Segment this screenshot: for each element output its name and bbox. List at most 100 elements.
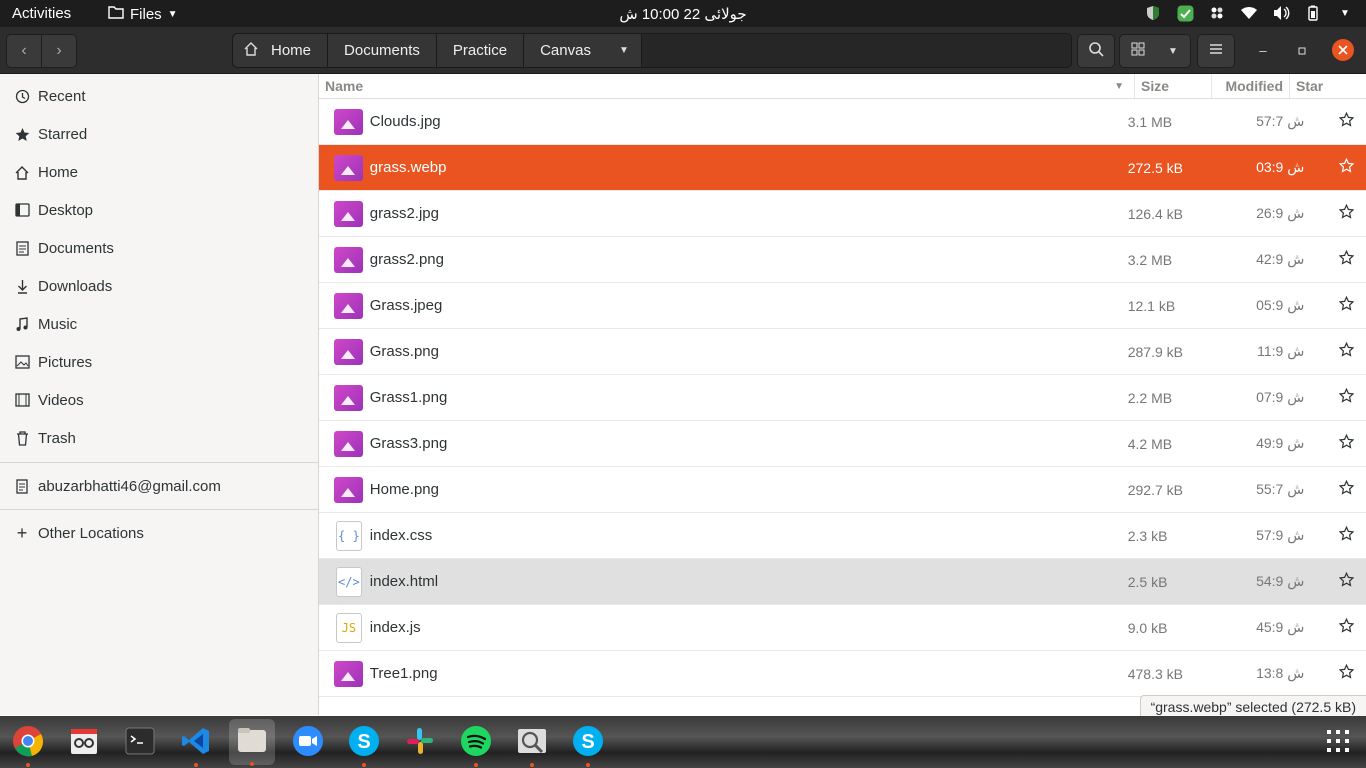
app-menu-label: Files bbox=[130, 5, 162, 23]
view-options-button[interactable]: ▼ bbox=[1156, 34, 1191, 68]
minimize-button[interactable]: – bbox=[1252, 39, 1274, 61]
zoom-icon bbox=[292, 725, 324, 762]
file-row[interactable]: </> index.html 2.5 kB 54:9 ش bbox=[319, 559, 1366, 605]
sidebar-item-desktop[interactable]: Desktop bbox=[0, 191, 318, 229]
file-row[interactable]: Grass1.png 2.2 MB 07:9 ش bbox=[319, 375, 1366, 421]
running-indicator bbox=[362, 763, 366, 767]
slack-tray-icon[interactable] bbox=[1208, 4, 1226, 22]
sidebar-item-label: Desktop bbox=[38, 201, 94, 219]
file-modified: 54:9 ش bbox=[1256, 573, 1305, 589]
dock-image-viewer-launcher[interactable] bbox=[514, 725, 550, 767]
dock-zoom-launcher[interactable] bbox=[290, 725, 326, 761]
activities-button[interactable]: Activities bbox=[12, 5, 71, 22]
dock-slack-launcher[interactable] bbox=[402, 725, 438, 761]
sidebar-item-trash[interactable]: Trash bbox=[0, 419, 318, 457]
vscode-icon bbox=[181, 726, 211, 761]
sidebar-item-label: Recent bbox=[38, 87, 86, 105]
video-icon bbox=[14, 392, 30, 408]
path-dropdown-button[interactable]: ▼ bbox=[606, 34, 642, 67]
star-toggle[interactable] bbox=[1326, 203, 1366, 223]
dock-chrome-launcher[interactable] bbox=[10, 725, 46, 767]
file-row[interactable]: Home.png 292.7 kB 55:7 ش bbox=[319, 467, 1366, 513]
column-modified[interactable]: Modified bbox=[1212, 74, 1290, 98]
view-toggle-button[interactable] bbox=[1119, 34, 1157, 68]
check-badge-icon[interactable] bbox=[1176, 4, 1194, 22]
star-toggle[interactable] bbox=[1326, 571, 1366, 591]
home-icon bbox=[14, 164, 30, 180]
battery-icon[interactable] bbox=[1304, 4, 1322, 22]
file-modified: 03:9 ش bbox=[1256, 159, 1305, 175]
sidebar-item-music[interactable]: Music bbox=[0, 305, 318, 343]
column-size[interactable]: Size bbox=[1135, 74, 1212, 98]
file-row[interactable]: Tree1.png 478.3 kB 13:8 ش bbox=[319, 651, 1366, 697]
file-row[interactable]: Clouds.jpg 3.1 MB 57:7 ش bbox=[319, 99, 1366, 145]
crumb-label: Canvas bbox=[540, 42, 591, 59]
file-row[interactable]: Grass.png 287.9 kB 11:9 ش bbox=[319, 329, 1366, 375]
dock-vscode-launcher[interactable] bbox=[178, 725, 214, 767]
forward-button[interactable]: › bbox=[42, 34, 77, 68]
svg-text:S: S bbox=[357, 731, 370, 753]
sidebar-item-documents[interactable]: Documents bbox=[0, 229, 318, 267]
search-button[interactable] bbox=[1077, 34, 1115, 68]
close-button[interactable] bbox=[1332, 39, 1354, 61]
star-outline-icon bbox=[1338, 295, 1355, 315]
file-row[interactable]: Grass.jpeg 12.1 kB 05:9 ش bbox=[319, 283, 1366, 329]
file-row[interactable]: JS index.js 9.0 kB 45:9 ش bbox=[319, 605, 1366, 651]
sidebar-item-recent[interactable]: Recent bbox=[0, 77, 318, 115]
sidebar-item-starred[interactable]: Starred bbox=[0, 115, 318, 153]
star-toggle[interactable] bbox=[1326, 387, 1366, 407]
power-menu-icon[interactable]: ▼ bbox=[1336, 4, 1354, 22]
documents-icon bbox=[14, 240, 30, 256]
file-row[interactable]: grass2.jpg 126.4 kB 26:9 ش bbox=[319, 191, 1366, 237]
star-toggle[interactable] bbox=[1326, 295, 1366, 315]
star-toggle[interactable] bbox=[1326, 111, 1366, 131]
crumb-canvas[interactable]: Canvas bbox=[524, 34, 607, 67]
dock-files-launcher[interactable] bbox=[229, 719, 275, 766]
column-star[interactable]: Star bbox=[1290, 74, 1366, 98]
skype-icon: S bbox=[572, 725, 604, 762]
maximize-button[interactable] bbox=[1291, 39, 1313, 61]
system-tray[interactable]: ▼ bbox=[1144, 4, 1354, 22]
back-button[interactable]: ‹ bbox=[6, 34, 42, 68]
wifi-icon[interactable] bbox=[1240, 4, 1258, 22]
sidebar-item-videos[interactable]: Videos bbox=[0, 381, 318, 419]
dock-text-editor-launcher[interactable] bbox=[66, 725, 102, 761]
sidebar-item-home[interactable]: Home bbox=[0, 153, 318, 191]
menu-button[interactable] bbox=[1197, 34, 1235, 68]
sidebar-divider bbox=[0, 509, 318, 510]
star-toggle[interactable] bbox=[1326, 525, 1366, 545]
star-toggle[interactable] bbox=[1326, 663, 1366, 683]
file-row[interactable]: Grass3.png 4.2 MB 49:9 ش bbox=[319, 421, 1366, 467]
image-file-icon bbox=[334, 107, 364, 137]
css-file-icon: { } bbox=[334, 520, 364, 551]
dock-spotify-launcher[interactable] bbox=[458, 725, 494, 767]
volume-icon[interactable] bbox=[1272, 4, 1290, 22]
sidebar-item-other-locations[interactable]: + Other Locations bbox=[0, 515, 318, 551]
running-indicator bbox=[530, 763, 534, 767]
dock-skype-launcher[interactable]: S bbox=[346, 725, 382, 767]
star-toggle[interactable] bbox=[1326, 479, 1366, 499]
star-toggle[interactable] bbox=[1326, 341, 1366, 361]
shield-icon[interactable] bbox=[1144, 4, 1162, 22]
star-toggle[interactable] bbox=[1326, 249, 1366, 269]
sidebar-item-account[interactable]: abuzarbhatti46@gmail.com bbox=[0, 468, 318, 504]
sidebar-item-pictures[interactable]: Pictures bbox=[0, 343, 318, 381]
column-name[interactable]: Name ▼ bbox=[319, 74, 1135, 98]
star-toggle[interactable] bbox=[1326, 157, 1366, 177]
crumb-practice[interactable]: Practice bbox=[436, 34, 525, 67]
file-row[interactable]: { } index.css 2.3 kB 57:9 ش bbox=[319, 513, 1366, 559]
crumb-documents[interactable]: Documents bbox=[328, 34, 437, 67]
file-row[interactable]: grass2.png 3.2 MB 42:9 ش bbox=[319, 237, 1366, 283]
dock-app-grid-launcher[interactable] bbox=[1320, 725, 1356, 761]
file-size: 2.3 kB bbox=[1127, 527, 1168, 544]
sidebar-item-downloads[interactable]: Downloads bbox=[0, 267, 318, 305]
file-row[interactable]: grass.webp 272.5 kB 03:9 ش bbox=[319, 145, 1366, 191]
dock-terminal-launcher[interactable] bbox=[122, 725, 158, 761]
star-toggle[interactable] bbox=[1326, 433, 1366, 453]
file-modified: 07:9 ش bbox=[1256, 389, 1305, 405]
crumb-home[interactable]: Home bbox=[233, 34, 329, 67]
dock-skype-launcher[interactable]: S bbox=[570, 725, 606, 767]
clock[interactable]: جولائی 22 10:00 ش bbox=[619, 6, 746, 23]
app-menu[interactable]: Files ▼ bbox=[108, 5, 178, 23]
star-toggle[interactable] bbox=[1326, 617, 1366, 637]
